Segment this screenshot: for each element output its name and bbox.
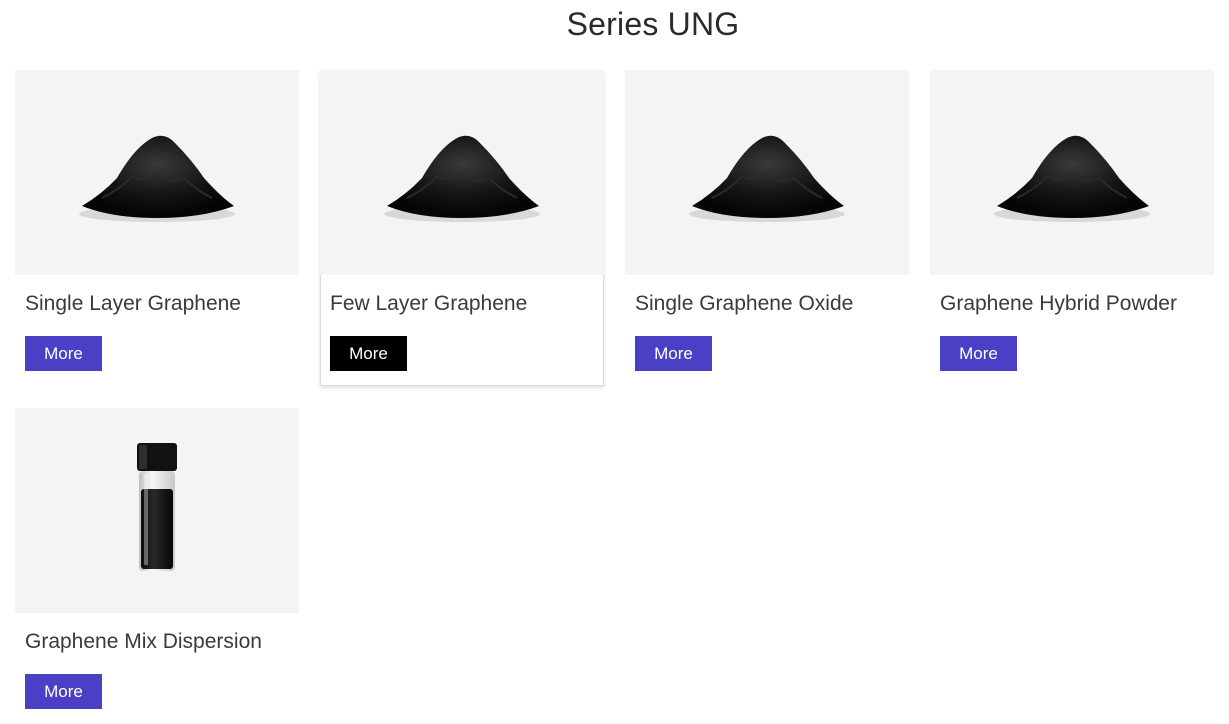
product-image[interactable] — [15, 70, 299, 275]
powder-pile-icon — [994, 135, 1150, 222]
more-button[interactable]: More — [25, 674, 102, 709]
product-card[interactable]: Few Layer Graphene More — [320, 70, 604, 386]
product-name[interactable]: Few Layer Graphene — [330, 292, 527, 316]
product-image[interactable] — [625, 70, 909, 275]
more-button[interactable]: More — [635, 336, 712, 371]
product-card[interactable]: Single Graphene Oxide More — [625, 70, 909, 386]
product-name[interactable]: Graphene Hybrid Powder — [940, 292, 1177, 316]
product-card[interactable]: Graphene Hybrid Powder More — [930, 70, 1214, 386]
vial-icon — [137, 442, 177, 571]
product-card[interactable]: Graphene Mix Dispersion More — [15, 408, 299, 724]
more-button[interactable]: More — [330, 336, 407, 371]
product-image[interactable] — [930, 70, 1214, 275]
powder-pile-icon — [79, 135, 235, 222]
product-image[interactable] — [320, 70, 604, 275]
product-card[interactable]: Single Layer Graphene More — [15, 70, 299, 386]
more-button[interactable]: More — [25, 336, 102, 371]
page-title: Series UNG — [566, 6, 740, 42]
powder-pile-icon — [384, 135, 540, 222]
product-name[interactable]: Single Layer Graphene — [25, 292, 241, 316]
more-button[interactable]: More — [940, 336, 1017, 371]
product-name[interactable]: Graphene Mix Dispersion — [25, 630, 262, 654]
product-name[interactable]: Single Graphene Oxide — [635, 292, 853, 316]
product-image[interactable] — [15, 408, 299, 613]
powder-pile-icon — [689, 135, 845, 222]
